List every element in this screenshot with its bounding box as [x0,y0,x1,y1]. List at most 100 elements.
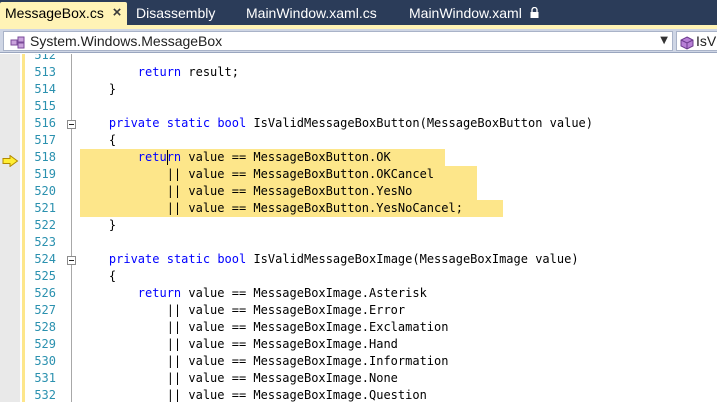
code-text: return result; [80,64,239,81]
code-text: || value == MessageBoxImage.Exclamation [80,319,449,336]
code-text: } [80,217,116,234]
line-number: 528 [34,320,56,334]
code-token: IsValidMessageBoxButton(MessageBoxButton… [246,116,593,130]
keyword-token: return [137,150,182,164]
code-token: { [108,133,117,147]
code-line[interactable]: 526 return value == MessageBoxImage.Aste… [0,285,717,302]
tab-label: MessageBox.cs [5,5,104,21]
line-number: 522 [34,218,56,232]
code-editor[interactable]: 512 513 return result; 514 } 515 516 private… [0,54,717,402]
keyword-token: bool [217,116,247,130]
code-line[interactable]: 513 return result; [0,64,717,81]
code-text: return value == MessageBoxImage.Asterisk [80,285,427,302]
code-token: || value == MessageBoxImage.Information [166,354,449,368]
keyword-token: bool [217,252,247,266]
code-line[interactable]: 531 || value == MessageBoxImage.None [0,370,717,387]
member-dropdown[interactable]: IsV [676,31,717,51]
text-caret [167,150,168,165]
code-token: || value == MessageBoxImage.None [166,371,398,385]
chevron-down-icon[interactable]: ▼ [660,32,668,50]
code-text: || value == MessageBoxImage.Information [80,353,449,370]
code-token: || value == MessageBoxButton.YesNo [166,184,413,198]
line-number: 513 [34,65,56,79]
code-line[interactable]: 515 [0,98,717,115]
code-line[interactable]: 518 return value == MessageBoxButton.OK [0,149,717,166]
code-text: || value == MessageBoxImage.Hand [80,336,398,353]
collapse-toggle[interactable] [67,256,76,265]
code-token: } [108,218,117,232]
class-icon [10,34,26,53]
line-number: 532 [34,388,56,402]
code-line[interactable]: 527 || value == MessageBoxImage.Error [0,302,717,319]
method-icon [680,35,694,50]
keyword-token: private [108,252,160,266]
code-line[interactable]: 523 [0,234,717,251]
line-number: 520 [34,184,56,198]
collapse-toggle[interactable] [67,120,76,129]
line-number: 529 [34,337,56,351]
close-icon[interactable]: × [110,3,124,23]
code-line[interactable]: 524 private static bool IsValidMessageBo… [0,251,717,268]
code-line[interactable]: 529 || value == MessageBoxImage.Hand [0,336,717,353]
code-line[interactable]: 530 || value == MessageBoxImage.Informat… [0,353,717,370]
line-number: 514 [34,82,56,96]
code-line[interactable]: 516 private static bool IsValidMessageBo… [0,115,717,132]
line-number: 524 [34,252,56,266]
tab-disassembly[interactable]: Disassembly [136,2,215,25]
type-dropdown[interactable]: System.Windows.MessageBox ▼ [3,31,673,51]
code-token: || value == MessageBoxImage.Question [166,388,427,402]
tab-messagebox-cs[interactable]: MessageBox.cs × [0,2,127,25]
code-line[interactable]: 525 { [0,268,717,285]
type-name: System.Windows.MessageBox [30,33,223,49]
code-text: || value == MessageBoxButton.YesNo [80,183,413,200]
code-text: return value == MessageBoxButton.OK [80,149,391,166]
document-tab-strip: MessageBox.cs × Disassembly MainWindow.x… [0,0,717,25]
code-line[interactable]: 528 || value == MessageBoxImage.Exclamat… [0,319,717,336]
code-line[interactable]: 522 } [0,217,717,234]
code-text: || value == MessageBoxButton.OKCancel [80,166,434,183]
code-line[interactable]: 512 [0,54,717,64]
code-token: value == MessageBoxImage.Asterisk [181,286,427,300]
code-line[interactable]: 517 { [0,132,717,149]
execution-pointer-arrow-icon [2,152,19,171]
line-number: 530 [34,354,56,368]
line-number: 525 [34,269,56,283]
code-token: || value == MessageBoxButton.YesNoCancel… [166,201,463,215]
code-line[interactable]: 521 || value == MessageBoxButton.YesNoCa… [0,200,717,217]
lock-icon [530,2,539,24]
code-text: private static bool IsValidMessageBoxBut… [80,115,593,132]
code-line[interactable]: 514 } [0,81,717,98]
code-token: } [108,82,117,96]
tab-mainwindow-xaml-cs[interactable]: MainWindow.xaml.cs [246,2,377,25]
keyword-token: static [166,252,211,266]
line-number: 512 [34,54,56,62]
line-number: 515 [34,99,56,113]
member-name: IsV [696,33,717,49]
code-line[interactable]: 519 || value == MessageBoxButton.OKCance… [0,166,717,183]
code-token: || value == MessageBoxButton.OKCancel [166,167,435,181]
code-line[interactable]: 532 || value == MessageBoxImage.Question [0,387,717,402]
navigation-bar: System.Windows.MessageBox ▼ IsV [0,29,717,53]
tab-label: MainWindow.xaml.cs [246,5,377,21]
keyword-token: static [166,116,211,130]
code-token: { [108,269,117,283]
tab-mainwindow-xaml[interactable]: MainWindow.xaml [409,2,539,25]
keyword-token: return [137,65,182,79]
code-token: value == MessageBoxButton.OK [181,150,391,164]
code-text: || value == MessageBoxImage.None [80,370,398,387]
code-text: private static bool IsValidMessageBoxIma… [80,251,579,268]
line-number: 531 [34,371,56,385]
code-token: || value == MessageBoxImage.Exclamation [166,320,449,334]
code-text: || value == MessageBoxImage.Question [80,387,427,402]
code-line[interactable]: 520 || value == MessageBoxButton.YesNo [0,183,717,200]
code-text: || value == MessageBoxButton.YesNoCancel… [80,200,463,217]
